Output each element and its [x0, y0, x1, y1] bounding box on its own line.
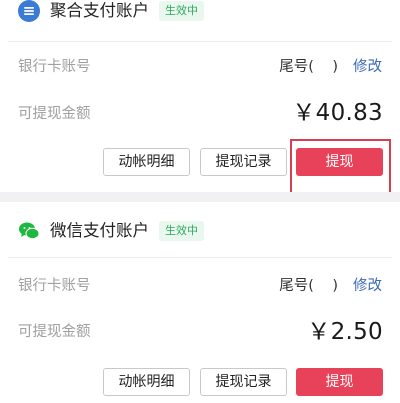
withdraw-button[interactable]: 提现 — [296, 368, 383, 396]
status-badge: 生效中 — [159, 221, 204, 241]
bank-account-label: 银行卡账号 — [18, 59, 91, 75]
bank-account-label: 银行卡账号 — [18, 278, 91, 294]
status-badge: 生效中 — [159, 1, 204, 21]
account-title: 微信支付账户 — [50, 221, 149, 240]
account-header: 微信支付账户 生效中 — [0, 220, 400, 242]
account-title: 聚合支付账户 — [50, 1, 149, 20]
wechat-icon — [18, 220, 40, 242]
withdraw-records-button[interactable]: 提现记录 — [200, 148, 287, 176]
withdrawable-amount: ￥40.83 — [292, 100, 383, 126]
transaction-details-button[interactable]: 动帐明细 — [103, 368, 190, 396]
account-card-wechat: 微信支付账户 生效中 银行卡账号 尾号( ) 修改 可提现金额 ￥2.50 动帐… — [0, 202, 400, 403]
withdraw-records-button[interactable]: 提现记录 — [200, 368, 287, 396]
withdrawable-amount-label: 可提现金额 — [18, 106, 91, 122]
section-gap — [0, 192, 400, 202]
withdrawable-amount: ￥2.50 — [307, 319, 383, 345]
bank-account-tail: 尾号( ) — [279, 278, 338, 294]
divider — [8, 41, 392, 42]
withdraw-button[interactable]: 提现 — [296, 148, 383, 176]
transaction-details-button[interactable]: 动帐明细 — [103, 148, 190, 176]
withdrawable-amount-label: 可提现金额 — [18, 324, 91, 340]
edit-bank-link[interactable]: 修改 — [353, 57, 382, 77]
edit-bank-link[interactable]: 修改 — [353, 276, 382, 296]
divider — [8, 257, 392, 258]
account-card-aggregate: 聚合支付账户 生效中 银行卡账号 尾号( ) 修改 可提现金额 ￥40.83 动… — [0, 0, 400, 194]
aggregate-pay-icon — [18, 0, 40, 22]
bank-account-tail: 尾号( ) — [279, 59, 338, 75]
account-header: 聚合支付账户 生效中 — [0, 0, 400, 22]
